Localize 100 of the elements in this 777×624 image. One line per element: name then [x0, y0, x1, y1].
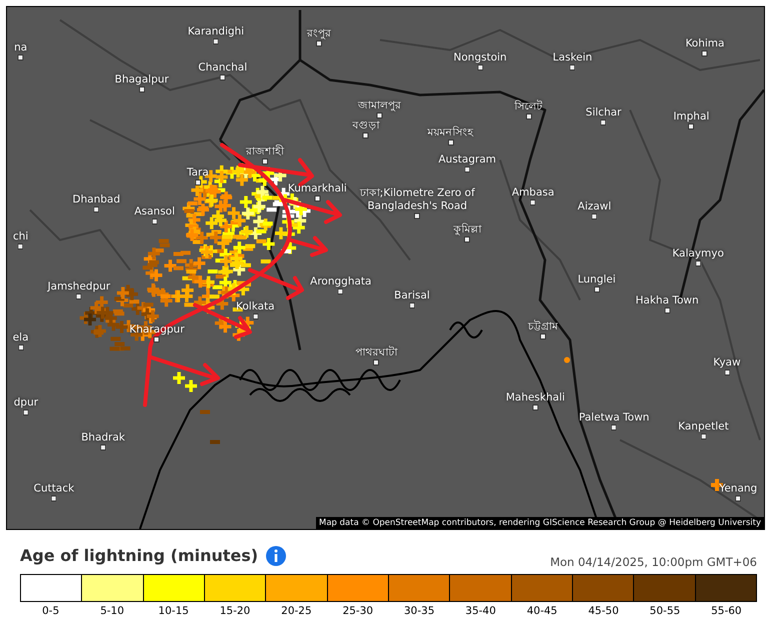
- place-label: Tara: [186, 166, 209, 180]
- place-label: ঢাকা;Kilometre Zero of Bangladesh's Road: [358, 186, 476, 213]
- place-label: Aizawl: [578, 200, 612, 214]
- place-marker-icon: [18, 243, 24, 250]
- place-marker-icon: [464, 166, 470, 172]
- place-label: Paletwa Town: [578, 411, 650, 424]
- place-label: dpur: [14, 396, 38, 410]
- legend-label: 20-25: [281, 604, 312, 619]
- place-marker-icon: [194, 179, 201, 186]
- place-marker-icon: [373, 360, 380, 366]
- place-label: Hakha Town: [636, 294, 699, 308]
- legend-label: 25-30: [342, 604, 374, 619]
- place-marker-icon: [600, 120, 607, 126]
- legend-label: 40-45: [526, 604, 558, 619]
- place-label: Asansol: [134, 205, 175, 218]
- legend-label: 55-60: [711, 604, 742, 619]
- legend-label: 50-55: [650, 604, 680, 619]
- place-label: Chanchal: [198, 62, 248, 75]
- place-label: Arongghata: [310, 275, 372, 288]
- place-label: রাজশাহী: [246, 145, 284, 158]
- info-icon[interactable]: [266, 546, 286, 566]
- place-marker-icon: [18, 344, 24, 350]
- place-marker-icon: [477, 64, 484, 70]
- place-label: Kohima: [685, 37, 724, 50]
- place-label: কুমিল্লা: [453, 224, 482, 237]
- place-marker-icon: [664, 308, 670, 314]
- place-label: ela: [12, 331, 29, 344]
- map-attribution: Map data © OpenStreetMap contributors, rendering GIScience Research Group @ Heidelberg University: [316, 517, 764, 529]
- legend-label: 30-35: [404, 604, 434, 619]
- place-label: Kalaymyo: [672, 248, 724, 261]
- place-marker-icon: [18, 54, 24, 61]
- place-label: Jamshedpur: [48, 280, 110, 294]
- legend-title: Age of lightning (minutes): [20, 545, 258, 567]
- place-label: Kyaw: [713, 356, 741, 370]
- place-marker-icon: [702, 50, 708, 56]
- place-marker-icon: [448, 140, 454, 146]
- place-label: বগুড়া: [352, 120, 380, 133]
- place-marker-icon: [532, 404, 538, 411]
- place-marker-icon: [591, 214, 598, 220]
- place-marker-icon: [262, 158, 268, 164]
- place-label: সিলেট: [514, 100, 543, 114]
- place-marker-icon: [362, 132, 369, 139]
- place-label: Bhagalpur: [114, 73, 169, 86]
- place-label: Cuttack: [34, 482, 74, 496]
- place-label: Bhadrak: [81, 432, 126, 445]
- place-marker-icon: [154, 336, 160, 343]
- place-marker-icon: [530, 199, 536, 206]
- place-label: Maheskhali: [506, 392, 565, 405]
- place-marker-icon: [526, 113, 532, 120]
- place-marker-icon: [152, 218, 158, 224]
- place-marker-icon: [316, 40, 322, 46]
- place-label: Barisal: [394, 290, 430, 303]
- place-marker-icon: [212, 38, 219, 44]
- place-label: Lunglei: [578, 273, 616, 286]
- place-label: Karandighi: [188, 25, 244, 38]
- place-label: Imphal: [673, 110, 710, 124]
- place-marker-icon: [220, 74, 226, 81]
- place-label: Kumarkhali: [288, 182, 347, 196]
- place-label: Kolkata: [236, 300, 275, 314]
- place-marker-icon: [76, 293, 82, 300]
- legend-label: 0-5: [42, 604, 60, 619]
- place-label: Kanpetlet: [678, 420, 729, 434]
- place-marker-icon: [414, 212, 420, 219]
- place-marker-icon: [695, 260, 702, 267]
- place-label: রংপুর: [306, 27, 331, 40]
- place-marker-icon: [50, 495, 57, 502]
- place-marker-icon: [338, 288, 344, 294]
- place-label: পাথরঘাটা: [355, 346, 398, 360]
- legend-label: 5-10: [100, 604, 124, 619]
- place-marker-icon: [611, 424, 618, 430]
- legend-label: 15-20: [220, 604, 250, 619]
- place-marker-icon: [464, 236, 470, 243]
- place-label: Nongstoin: [454, 51, 507, 64]
- place-marker-icon: [93, 206, 100, 213]
- place-label: চট্টগ্রাম: [528, 320, 558, 334]
- place-label: Silchar: [586, 106, 622, 120]
- place-label: Ambasa: [512, 186, 554, 200]
- place-marker-icon: [138, 86, 145, 92]
- place-label: na: [14, 42, 28, 55]
- place-marker-icon: [688, 123, 694, 130]
- place-marker-icon: [314, 196, 320, 202]
- legend-label: 35-40: [465, 604, 496, 619]
- place-marker-icon: [408, 302, 415, 309]
- place-marker-icon: [724, 370, 730, 376]
- place-label: Laskein: [552, 51, 592, 64]
- place-marker-icon: [252, 314, 258, 320]
- place-marker-icon: [100, 444, 106, 451]
- place-marker-icon: [376, 112, 382, 118]
- timestamp: Mon 04/14/2025, 10:00pm GMT+06: [550, 554, 757, 571]
- place-marker-icon: [700, 433, 706, 440]
- place-marker-icon: [594, 286, 600, 292]
- legend-label: 10-15: [158, 604, 189, 619]
- place-marker-icon: [569, 64, 576, 70]
- place-label: Yenang: [719, 482, 758, 496]
- place-label: Austagram: [438, 153, 496, 166]
- place-label: chi: [12, 230, 28, 244]
- place-marker-icon: [540, 334, 546, 340]
- legend-label: 45-50: [588, 604, 619, 619]
- place-marker-icon: [735, 495, 742, 502]
- place-label: ময়মনসিংহ: [428, 126, 474, 140]
